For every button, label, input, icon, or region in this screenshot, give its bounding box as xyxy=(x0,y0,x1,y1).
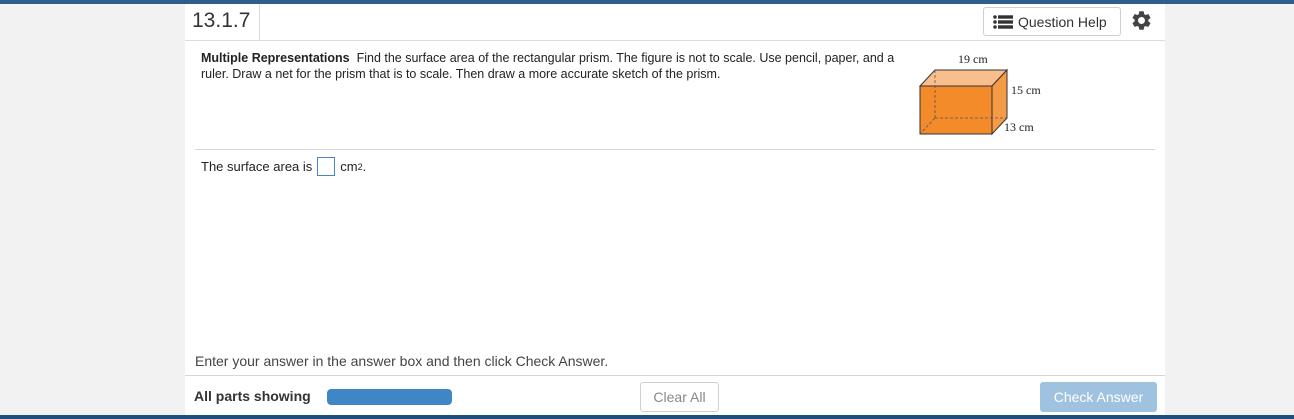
progress-bar xyxy=(327,389,452,405)
bottom-accent-bar xyxy=(0,415,1294,419)
answer-line: The surface area is cm 2. xyxy=(201,157,367,176)
list-icon xyxy=(993,14,1013,29)
answer-suffix: . xyxy=(362,159,367,174)
gear-icon[interactable] xyxy=(1130,9,1153,32)
answer-prefix: The surface area is xyxy=(201,159,313,174)
height-label: 15 cm xyxy=(1011,83,1041,97)
clear-all-button[interactable]: Clear All xyxy=(640,382,719,412)
instruction-text: Enter your answer in the answer box and … xyxy=(195,353,609,369)
length-label: 19 cm xyxy=(958,52,988,66)
question-help-button[interactable]: Question Help xyxy=(983,7,1121,36)
question-panel: 13.1.7 Question Help Multiple Representa xyxy=(185,4,1165,415)
parts-showing-label: All parts showing xyxy=(194,388,311,404)
check-answer-button[interactable]: Check Answer xyxy=(1040,382,1157,412)
depth-label: 13 cm xyxy=(1004,120,1034,134)
answer-unit: cm xyxy=(340,159,358,174)
prism-front-face xyxy=(919,85,993,135)
progress-fill xyxy=(327,389,452,405)
question-title: Multiple Representations xyxy=(201,51,350,65)
section-divider xyxy=(195,149,1155,150)
question-header: 13.1.7 Question Help xyxy=(185,4,1165,41)
question-number: 13.1.7 xyxy=(185,4,260,41)
footer-divider xyxy=(185,375,1165,376)
question-help-label: Question Help xyxy=(1018,13,1107,30)
rectangular-prism-figure: 19 cm 15 cm 13 cm xyxy=(913,50,1043,142)
surface-area-input[interactable] xyxy=(317,157,336,176)
question-text: Multiple Representations Find the surfac… xyxy=(201,50,901,82)
